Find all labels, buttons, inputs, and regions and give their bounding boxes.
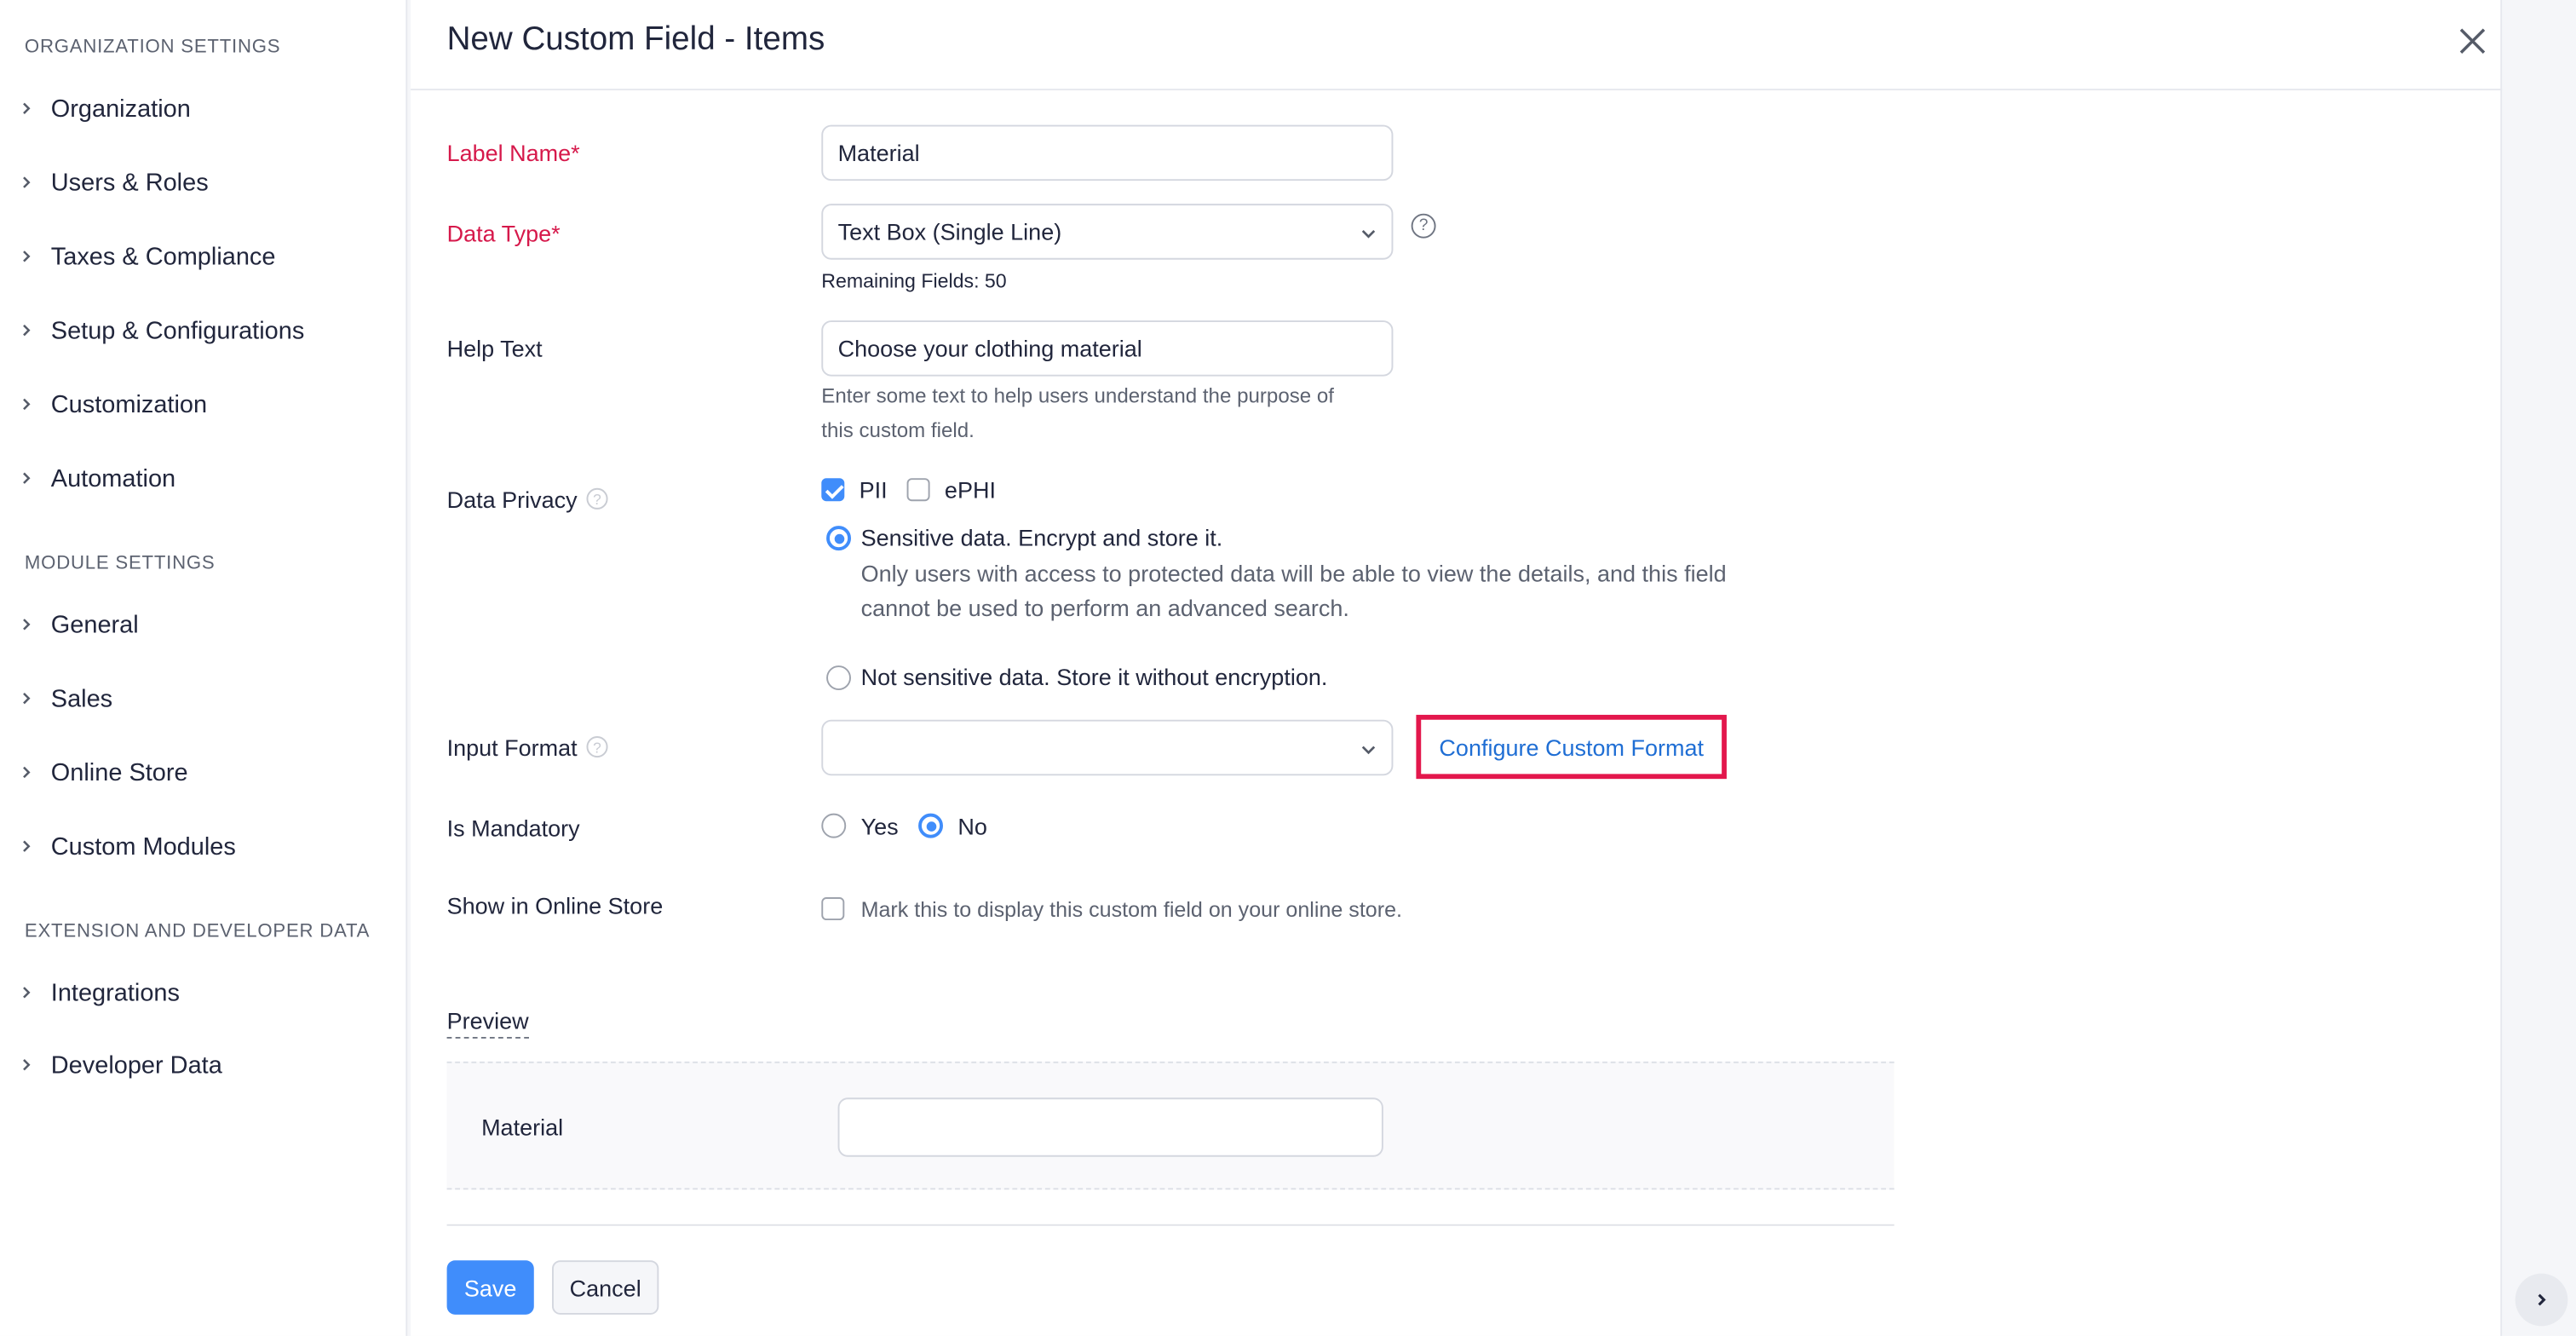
show-online-store-desc: Mark this to display this custom field o… <box>860 897 1403 922</box>
help-text-input[interactable]: Choose your clothing material <box>821 320 1394 377</box>
chevron-right-icon <box>23 398 31 411</box>
show-online-store-label: Show in Online Store <box>446 892 664 919</box>
chevron-right-icon <box>23 692 31 705</box>
panel-header: New Custom Field - Items <box>411 0 2503 91</box>
preview-field-input[interactable] <box>837 1097 1383 1157</box>
cancel-button[interactable]: Cancel <box>551 1260 659 1315</box>
custom-field-panel: New Custom Field - Items Label Name* Mat… <box>411 0 2503 1336</box>
chevron-down-icon <box>1361 230 1376 239</box>
sidebar-item-organization[interactable]: Organization <box>0 82 407 135</box>
sidebar-item-label: Sales <box>50 684 113 713</box>
pii-label: PII <box>859 476 888 504</box>
data-privacy-label: Data Privacy <box>446 486 578 513</box>
sidebar-item-users-roles[interactable]: Users & Roles <box>0 156 407 209</box>
chevron-right-icon <box>23 250 31 262</box>
sidebar-item-online-store[interactable]: Online Store <box>0 746 407 799</box>
section-title-module-settings: MODULE SETTINGS <box>24 553 216 574</box>
chevron-right-icon <box>2538 1293 2546 1306</box>
input-format-label: Input Format <box>446 734 578 761</box>
preview-area: Material <box>446 1061 1895 1190</box>
sidebar-item-automation[interactable]: Automation <box>0 452 407 504</box>
mandatory-yes-label: Yes <box>860 813 899 840</box>
help-icon[interactable]: ? <box>586 487 608 510</box>
data-type-label: Data Type* <box>446 220 561 247</box>
sidebar-item-label: Online Store <box>50 758 188 786</box>
sidebar-item-setup-configurations[interactable]: Setup & Configurations <box>0 304 407 357</box>
sidebar-item-label: Users & Roles <box>50 168 209 197</box>
chevron-right-icon <box>23 176 31 188</box>
sidebar-item-label: Setup & Configurations <box>50 316 305 345</box>
sidebar-item-taxes-compliance[interactable]: Taxes & Compliance <box>0 230 407 283</box>
help-icon[interactable]: ? <box>1411 213 1436 239</box>
footer-divider <box>446 1224 1895 1226</box>
sensitive-data-desc-line1: Only users with access to protected data… <box>860 560 1727 587</box>
chevron-right-icon <box>23 1059 31 1071</box>
label-name-label: Label Name* <box>446 139 580 166</box>
sidebar-item-label: Customization <box>50 390 208 418</box>
sensitive-data-radio[interactable] <box>826 526 851 551</box>
section-title-organization-settings: ORGANIZATION SETTINGS <box>24 37 281 58</box>
save-button[interactable]: Save <box>446 1260 534 1315</box>
preview-field-label: Material <box>481 1114 564 1141</box>
configure-custom-format-link[interactable]: Configure Custom Format <box>1439 734 1704 761</box>
close-icon[interactable] <box>2458 26 2487 56</box>
sidebar-item-label: Automation <box>50 464 176 492</box>
help-icon[interactable]: ? <box>586 736 608 758</box>
label-name-input[interactable]: Material <box>821 124 1394 181</box>
mandatory-no-radio[interactable] <box>918 813 943 838</box>
not-sensitive-data-label: Not sensitive data. Store it without enc… <box>860 664 1328 691</box>
sidebar-item-custom-modules[interactable]: Custom Modules <box>0 820 407 872</box>
chevron-right-icon <box>23 102 31 114</box>
chevron-right-icon <box>23 619 31 631</box>
is-mandatory-label: Is Mandatory <box>446 815 580 842</box>
sidebar-item-label: Integrations <box>50 978 180 1007</box>
ephi-label: ePHI <box>944 476 996 504</box>
mandatory-no-label: No <box>957 813 987 840</box>
remaining-fields-text: Remaining Fields: 50 <box>821 269 1007 293</box>
chevron-right-icon <box>23 472 31 484</box>
not-sensitive-data-radio[interactable] <box>826 665 851 691</box>
section-title-extension-developer-data: EXTENSION AND DEVELOPER DATA <box>24 921 371 942</box>
preview-title: Preview <box>446 1007 529 1039</box>
page-title: New Custom Field - Items <box>446 21 825 58</box>
input-format-select[interactable] <box>821 719 1394 776</box>
sensitive-data-label: Sensitive data. Encrypt and store it. <box>860 524 1223 551</box>
mandatory-yes-radio[interactable] <box>821 813 847 838</box>
sidebar-item-general[interactable]: General <box>0 598 407 651</box>
sidebar-item-label: Taxes & Compliance <box>50 242 276 271</box>
chevron-down-icon <box>1361 746 1376 755</box>
sensitive-data-desc-line2: cannot be used to perform an advanced se… <box>860 595 1349 622</box>
data-type-select[interactable]: Text Box (Single Line) <box>821 204 1394 260</box>
chevron-right-icon <box>23 840 31 852</box>
expand-panel-button[interactable] <box>2515 1273 2568 1327</box>
sidebar-item-label: Developer Data <box>50 1051 222 1080</box>
settings-sidebar: ORGANIZATION SETTINGS Organization Users… <box>0 0 408 1336</box>
chevron-right-icon <box>23 987 31 999</box>
sidebar-item-sales[interactable]: Sales <box>0 672 407 725</box>
help-text-hint-line2: this custom field. <box>821 418 975 442</box>
sidebar-item-label: Custom Modules <box>50 832 236 861</box>
pii-checkbox[interactable] <box>821 478 845 502</box>
chevron-right-icon <box>23 766 31 779</box>
help-text-label: Help Text <box>446 335 543 362</box>
show-online-store-checkbox[interactable] <box>821 897 845 921</box>
sidebar-item-customization[interactable]: Customization <box>0 378 407 431</box>
sidebar-item-developer-data[interactable]: Developer Data <box>0 1039 407 1091</box>
sidebar-item-label: General <box>50 610 139 639</box>
help-text-hint-line1: Enter some text to help users understand… <box>821 384 1334 408</box>
sidebar-item-label: Organization <box>50 94 191 123</box>
chevron-right-icon <box>23 324 31 337</box>
sidebar-item-integrations[interactable]: Integrations <box>0 966 407 1019</box>
ephi-checkbox[interactable] <box>906 478 930 502</box>
data-type-value: Text Box (Single Line) <box>837 218 1062 245</box>
